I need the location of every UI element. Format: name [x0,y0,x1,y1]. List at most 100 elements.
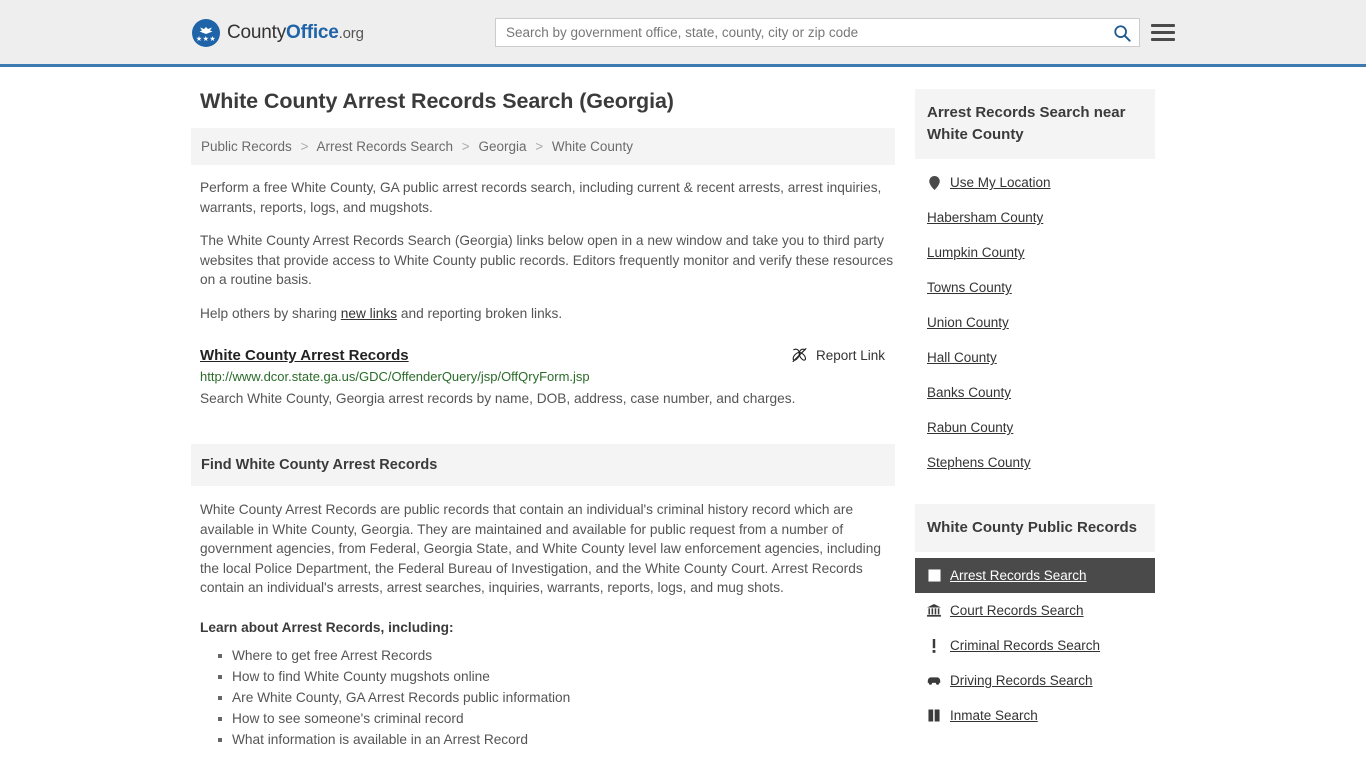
find-section-paragraph: White County Arrest Records are public r… [200,502,881,595]
list-item: Lumpkin County [915,235,1155,270]
list-item: Union County [915,305,1155,340]
list-item: Where to get free Arrest Records [218,645,895,666]
broken-link-icon [792,348,807,363]
sidebar-item-label: Hall County [927,350,997,365]
sidebar-item-label: Court Records Search [950,603,1084,618]
exclamation-icon [927,638,941,653]
breadcrumb-separator: > [300,139,309,154]
sidebar-item-label: Towns County [927,280,1012,295]
map-pin-icon [927,175,941,190]
list-item: Hall County [915,340,1155,375]
sidebar-item-union-county[interactable]: Union County [915,305,1155,340]
sidebar-item-banks-county[interactable]: Banks County [915,375,1155,410]
list-item: Towns County [915,270,1155,305]
sidebar-item-arrest-records-search[interactable]: Arrest Records Search [915,558,1155,593]
search-bar[interactable] [495,18,1140,47]
sidebar-item-label: Lumpkin County [927,245,1025,260]
search-button[interactable] [1105,19,1139,46]
public-records-list: Arrest Records Search Court Records Sear… [915,558,1155,733]
fingerprint-card-icon [927,569,941,583]
sidebar-item-inmate-search[interactable]: Inmate Search [915,698,1155,733]
hamburger-menu-icon[interactable] [1151,20,1175,44]
hamburger-bar [1151,30,1175,34]
nearby-county-list: Use My Location Habersham County Lumpkin… [915,165,1155,480]
breadcrumb: Public Records > Arrest Records Search >… [191,128,895,165]
list-item: Are White County, GA Arrest Records publ… [218,687,895,708]
breadcrumb-separator: > [461,139,470,154]
sidebar-item-label: Banks County [927,385,1012,400]
page-body: White County Arrest Records Search (Geor… [0,67,1366,750]
result-link-block: White County Arrest Records Report Link … [200,347,895,408]
sidebar-item-hall-county[interactable]: Hall County [915,340,1155,375]
list-item: Court Records Search [915,593,1155,628]
report-link-label: Report Link [815,348,885,363]
breadcrumb-item-white-county: White County [551,139,633,154]
sidebar-item-label: Arrest Records Search [950,568,1087,583]
list-item: Criminal Records Search [915,628,1155,663]
sidebar-item-label: Use My Location [950,175,1051,190]
sidebar-item-rabun-county[interactable]: Rabun County [915,410,1155,445]
result-link-description: Search White County, Georgia arrest reco… [200,391,796,406]
page-title: White County Arrest Records Search (Geor… [200,89,674,113]
sidebar-item-habersham-county[interactable]: Habersham County [915,200,1155,235]
list-item: Banks County [915,375,1155,410]
public-records-panel-heading: White County Public Records [915,504,1155,552]
breadcrumb-item-georgia[interactable]: Georgia [478,139,526,154]
share-prefix: Help others by sharing [200,305,341,321]
sidebar: Arrest Records Search near White County … [915,67,1155,750]
list-item: How to see someone's criminal record [218,708,895,729]
intro-paragraph-1: Perform a free White County, GA public a… [200,180,882,215]
list-item: Stephens County [915,445,1155,480]
sidebar-item-driving-records-search[interactable]: Driving Records Search [915,663,1155,698]
list-item: Arrest Records Search [915,558,1155,593]
list-item: What information is available in an Arre… [218,729,895,750]
share-paragraph: Help others by sharing new links and rep… [200,304,895,324]
courthouse-icon [927,604,941,618]
sidebar-item-label: Criminal Records Search [950,638,1101,653]
result-link-url: http://www.dcor.state.ga.us/GDC/Offender… [200,369,590,384]
result-link-row: White County Arrest Records Report Link [200,347,895,364]
logo-text-tld: .org [338,25,364,42]
list-item: How to find White County mugshots online [218,666,895,687]
sidebar-item-lumpkin-county[interactable]: Lumpkin County [915,235,1155,270]
logo-text-office: Office [286,22,339,43]
sidebar-item-towns-county[interactable]: Towns County [915,270,1155,305]
intro-paragraph-2: The White County Arrest Records Search (… [200,233,894,287]
list-item: Habersham County [915,200,1155,235]
eagle-seal-icon: ★★★ [192,19,220,47]
share-suffix: and reporting broken links. [397,305,563,321]
sidebar-item-label: Driving Records Search [950,673,1093,688]
main-column: White County Arrest Records Search (Geor… [191,67,915,750]
hamburger-bar [1151,37,1175,41]
breadcrumb-separator: > [535,139,544,154]
new-links-link[interactable]: new links [341,306,397,321]
sidebar-item-label: Stephens County [927,455,1031,470]
logo-text-county: County [227,22,287,43]
search-icon [1114,24,1131,42]
nearby-panel-heading: Arrest Records Search near White County [915,89,1155,159]
list-item: Rabun County [915,410,1155,445]
search-input[interactable] [496,19,1105,46]
find-section-body: White County Arrest Records are public r… [200,500,895,750]
sidebar-item-court-records-search[interactable]: Court Records Search [915,593,1155,628]
car-icon [927,674,941,688]
logo-stars: ★★★ [195,36,217,43]
hamburger-bar [1151,23,1175,27]
inmate-icon [927,709,941,723]
content-container: White County Arrest Records Search (Geor… [191,67,1175,750]
breadcrumb-item-arrest-records-search[interactable]: Arrest Records Search [316,139,453,154]
logo-wordmark: CountyOffice.org [227,22,364,44]
list-item: Driving Records Search [915,663,1155,698]
site-header: ★★★ CountyOffice.org [0,0,1366,67]
sidebar-item-label: Union County [927,315,1009,330]
sidebar-item-stephens-county[interactable]: Stephens County [915,445,1155,480]
breadcrumb-item-public-records[interactable]: Public Records [201,139,292,154]
report-link-button[interactable]: Report Link [791,347,895,364]
learn-about-list: Where to get free Arrest Records How to … [200,645,895,750]
site-logo[interactable]: ★★★ CountyOffice.org [192,19,364,47]
sidebar-item-use-my-location[interactable]: Use My Location [915,165,1155,200]
sidebar-item-label: Habersham County [927,210,1044,225]
result-link-title[interactable]: White County Arrest Records [200,347,409,364]
sidebar-item-criminal-records-search[interactable]: Criminal Records Search [915,628,1155,663]
list-item: Inmate Search [915,698,1155,733]
